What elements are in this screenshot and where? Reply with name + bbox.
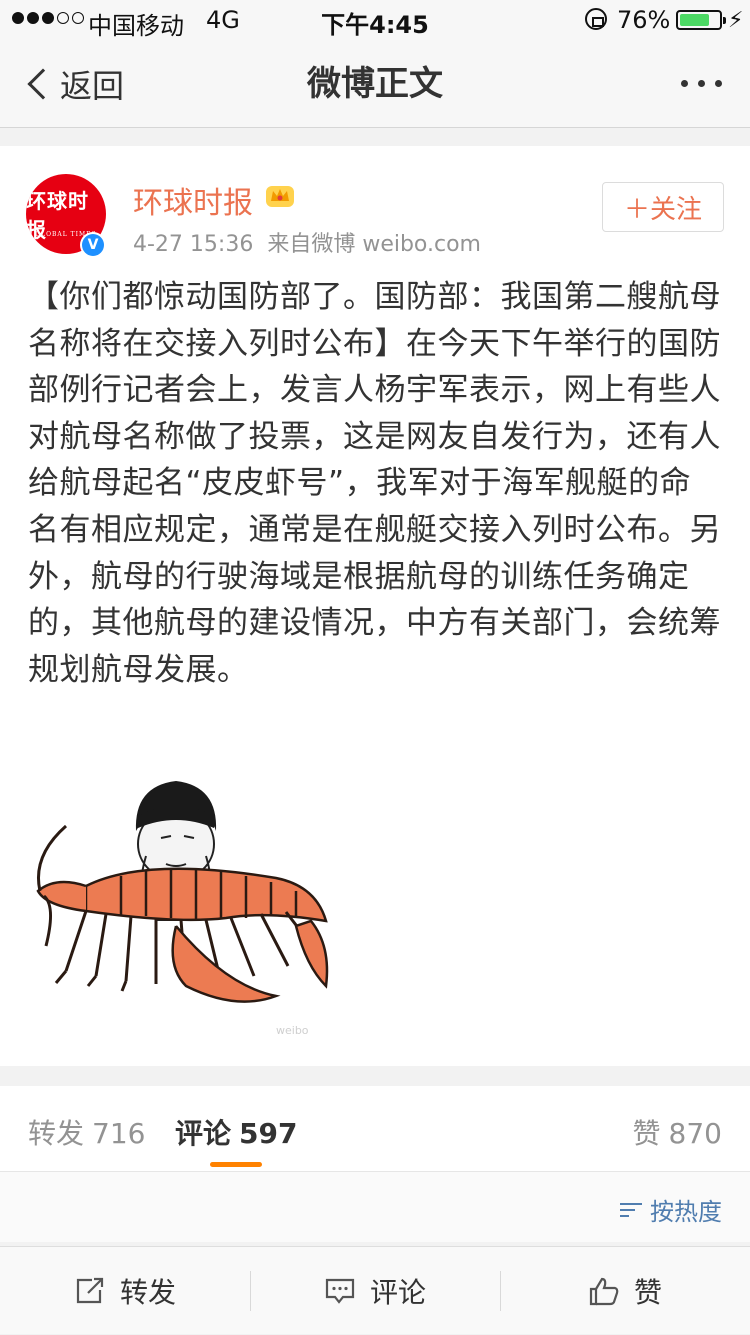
page-title: 微博正文 — [307, 64, 443, 104]
sort-bar: 按热度 — [0, 1172, 750, 1242]
battery-percent: 76% — [617, 6, 671, 34]
tab-repost-count: 716 — [92, 1117, 146, 1150]
like-button[interactable]: 赞 — [588, 1247, 662, 1335]
nav-bar: 返回 微博正文 — [0, 40, 750, 128]
orientation-lock-icon — [585, 8, 607, 30]
thumbs-up-icon — [589, 1277, 619, 1306]
more-options-button[interactable] — [681, 80, 722, 87]
svg-text:weibo: weibo — [276, 1024, 309, 1037]
comment-label: 评论 — [370, 1276, 427, 1309]
repost-label: 转发 — [120, 1276, 177, 1309]
interaction-tabs: 转发 716 评论 597 赞 870 — [0, 1086, 750, 1172]
tab-comment[interactable]: 评论 597 — [175, 1112, 297, 1152]
repost-icon — [76, 1277, 104, 1304]
bottom-toolbar: 转发 评论 赞 — [0, 1246, 750, 1334]
comment-button[interactable]: 评论 — [324, 1247, 426, 1335]
toolbar-divider — [250, 1271, 251, 1311]
tab-like-label: 赞 — [632, 1117, 661, 1150]
author-name[interactable]: 环球时报 — [133, 178, 253, 222]
follow-button[interactable]: ＋关注 — [602, 182, 724, 232]
tab-repost-label: 转发 — [28, 1117, 85, 1150]
toolbar-divider — [500, 1271, 501, 1311]
sort-label: 按热度 — [650, 1198, 722, 1226]
comment-icon — [325, 1278, 355, 1304]
active-tab-indicator — [210, 1162, 262, 1167]
post-image[interactable]: weibo — [26, 746, 336, 1046]
ellipsis-icon — [681, 80, 688, 87]
post-card: 环球时报 GLOBAL TIMES V 环球时报 4-27 15:36 来自微博… — [0, 146, 750, 1066]
post-meta: 4-27 15:36 来自微博 weibo.com — [133, 226, 481, 258]
post-text: 【你们都惊动国防部了。国防部：我国第二艘航母名称将在交接入列时公布】在今天下午举… — [28, 279, 721, 688]
battery-icon — [676, 10, 726, 30]
status-bar: 中国移动 4G 下午4:45 76% ⚡ — [0, 0, 750, 40]
charging-icon: ⚡ — [728, 8, 744, 33]
tab-comment-label: 评论 — [175, 1117, 232, 1150]
crown-icon — [266, 186, 294, 207]
sort-icon — [620, 1201, 642, 1219]
like-label: 赞 — [634, 1276, 663, 1309]
sort-by-popularity-button[interactable]: 按热度 — [620, 1192, 722, 1227]
post-source: 来自微博 weibo.com — [267, 232, 481, 257]
tab-comment-count: 597 — [239, 1117, 298, 1150]
repost-button[interactable]: 转发 — [74, 1247, 176, 1335]
post-time: 4-27 15:36 — [133, 232, 254, 257]
tab-repost[interactable]: 转发 716 — [28, 1112, 145, 1152]
verified-v-icon: V — [80, 232, 106, 258]
tab-like-count: 870 — [668, 1117, 722, 1150]
tab-like[interactable]: 赞 870 — [633, 1112, 722, 1152]
